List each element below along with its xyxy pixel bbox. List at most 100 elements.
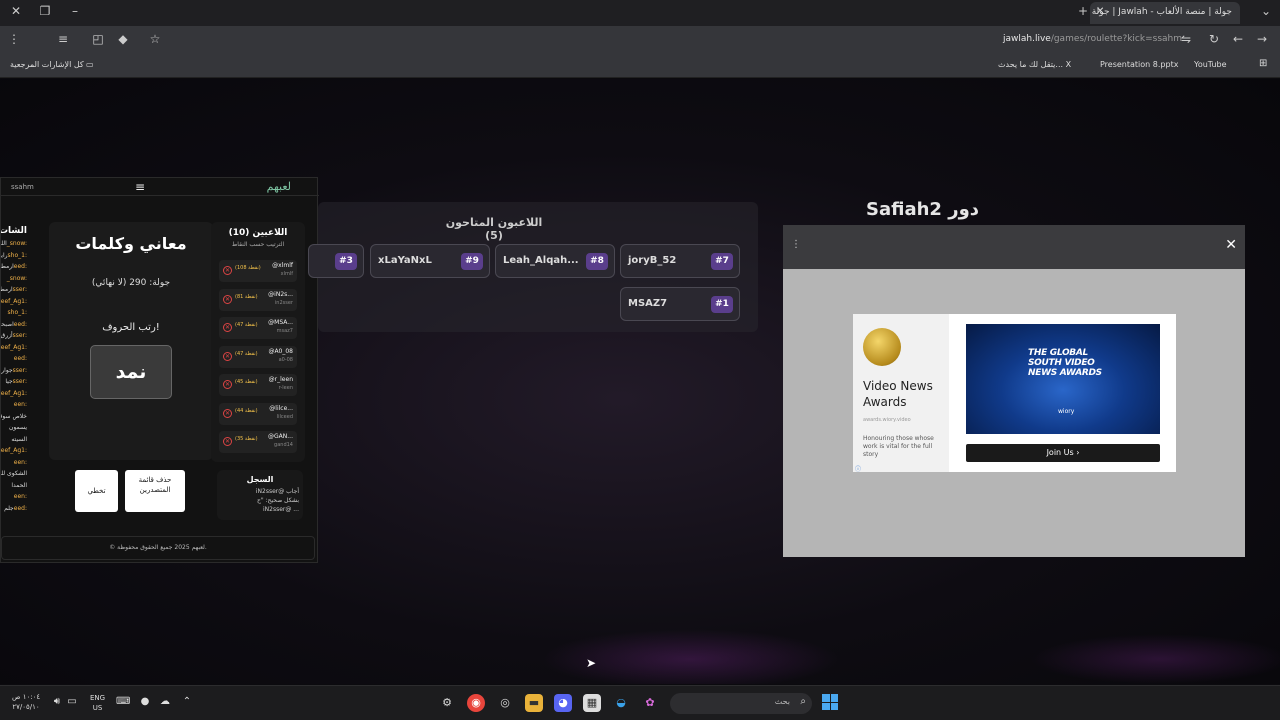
file-explorer-icon[interactable]: ▬ (525, 694, 543, 712)
chat-sender: eed: (13, 320, 27, 328)
address-bar[interactable]: jawlah.live/games/roulette?kick=ssahm (1003, 34, 1182, 44)
apps-grid-icon[interactable]: ⊞ (1259, 58, 1267, 69)
bookmark-youtube[interactable]: YouTube (1194, 60, 1227, 69)
chat-text: السيته (11, 435, 27, 443)
chat-message: رايطاكsho_1: (1, 252, 27, 259)
bookmark-x[interactable]: يتقل لك ما يحدث... X (998, 60, 1071, 69)
tab-search-icon[interactable]: ⌄ (1258, 4, 1274, 18)
player-row[interactable]: ✕ (35 نقطة) @GAN... gand14 (219, 431, 297, 453)
ad-card[interactable]: Video News Awards awards.wiory.video Hon… (853, 314, 1176, 473)
join-us-button[interactable]: Join Us › (966, 444, 1160, 462)
system-clock[interactable]: ١٠:٠٤ ص ٢٧/٠٥/١٠ (12, 692, 40, 712)
edge-icon[interactable]: ◒ (612, 694, 630, 712)
player-row[interactable]: ✕ (44 نقطة) @lilce... lilceed (219, 402, 297, 425)
remove-player-icon[interactable]: ✕ (223, 380, 232, 389)
chat-message: جياsser: (5, 378, 27, 385)
chat-text: جوارب (1, 366, 13, 374)
chat-message: een: (14, 401, 27, 408)
log-entry: iN2sser@ أجاب (255, 488, 299, 495)
player-row[interactable]: ✕ (47 نقطة) @MSA... msaz7 (219, 317, 297, 339)
chat-text: أزرق (1, 332, 13, 339)
background-glow (540, 629, 840, 684)
browser-menu-icon[interactable]: ⋮ (6, 32, 22, 46)
remove-player-icon[interactable]: ✕ (223, 266, 232, 275)
player-row[interactable]: ✕ (45 نقطة) @r_leen r-leen (219, 374, 297, 396)
player-name: @A0_08 (268, 347, 293, 355)
player-pill[interactable]: xLaYaNxL #9 (370, 244, 490, 278)
player-pill[interactable]: #3 (308, 244, 364, 278)
hamburger-menu-icon[interactable]: ≡ (135, 180, 145, 194)
tab-bar: ✕ ❐ – + ✕ جولة | منصة الألعاب - Jawlah |… (0, 0, 1280, 26)
player-pill[interactable]: joryB_52 #7 (620, 244, 740, 278)
player-pill[interactable]: MSAZ7 #1 (620, 287, 740, 321)
discord-icon[interactable]: ◕ (554, 694, 572, 712)
active-tab[interactable]: ✕ جولة | منصة الألعاب - Jawlah | جولة (1090, 2, 1240, 24)
close-window-icon[interactable]: ✕ (8, 4, 24, 18)
recording-icon[interactable]: ◎ (496, 694, 514, 712)
ad-image-brand: wiory (1058, 408, 1075, 415)
ad-info-icon[interactable]: ⓘ (855, 464, 861, 473)
bookmarks-bar: كل الإشارات المرجعية ▭ يتقل لك ما يحدث..… (0, 54, 1280, 78)
bookmark-all[interactable]: كل الإشارات المرجعية (10, 60, 84, 69)
player-pill[interactable]: Leah_Alqah... #8 (495, 244, 615, 278)
minimize-icon[interactable]: – (67, 4, 83, 18)
chat-title: الشات (1, 226, 27, 236)
remove-player-icon[interactable]: ✕ (223, 323, 232, 332)
player-row[interactable]: ✕ (81 نقطة) @iN2s... in2sser (219, 288, 297, 311)
store-icon[interactable]: ▦ (583, 694, 601, 712)
chevron-up-icon[interactable]: ⌃ (180, 696, 194, 707)
remove-player-icon[interactable]: ✕ (223, 294, 232, 304)
forward-icon[interactable]: ← (1230, 32, 1246, 46)
volume-icon[interactable]: 🔊︎ (50, 696, 64, 707)
bookmark-star-icon[interactable]: ☆ (147, 32, 163, 46)
chat-sender: eef_Ag1: (1, 389, 27, 397)
microphone-icon[interactable]: ● (138, 696, 152, 707)
chat-message: اصبحهاeed: (1, 321, 27, 328)
chat-sender: eef_Ag1: (1, 297, 27, 305)
player-row[interactable]: ✕ (47 نقطة) @A0_08 a0-08 (219, 345, 297, 368)
available-players-panel: اللاعبون المتاحون (5) #3 xLaYaNxL #9 Lea… (308, 202, 758, 332)
extensions-icon[interactable]: ◰ (90, 32, 106, 46)
background-glow (1030, 634, 1280, 684)
ad-close-icon[interactable]: ✕ (1225, 237, 1237, 253)
remove-player-icon[interactable]: ✕ (223, 408, 232, 418)
windows-start-icon[interactable] (822, 694, 838, 710)
skip-button[interactable]: تخطي (75, 470, 118, 512)
remove-player-icon[interactable]: ✕ (223, 351, 232, 361)
app-header: ssahm ≡ لعبهم (1, 178, 319, 196)
players-subtitle: الترتيب حسب النقاط (231, 241, 285, 248)
ad-image[interactable]: THE GLOBAL SOUTH VIDEO NEWS AWARDS wiory (966, 324, 1160, 434)
app-logo[interactable]: لعبهم (267, 180, 291, 193)
folder-icon: ▭ (86, 60, 94, 69)
reload-icon[interactable]: ↻ (1206, 32, 1222, 46)
bookmark-presentation[interactable]: Presentation 8.pptx (1100, 60, 1178, 69)
chat-message: _snow: (7, 275, 27, 282)
remove-player-icon[interactable]: ✕ (223, 437, 232, 446)
player-points: (108 نقطة) (235, 265, 261, 271)
player-id: gand14 (274, 442, 293, 448)
delete-leaderboard-button[interactable]: حذف قائمة المتصدرين (125, 470, 185, 512)
site-settings-icon[interactable]: ⇋ (1178, 32, 1194, 46)
settings-icon[interactable]: ⚙ (438, 694, 456, 712)
chrome-icon[interactable]: ◉ (467, 694, 485, 712)
player-row[interactable]: ✕ (108 نقطة) @xlmlf xlmlf (219, 260, 297, 282)
close-tab-icon[interactable]: ✕ (1096, 6, 1104, 17)
keyboard-icon[interactable]: ⌨ (116, 696, 130, 707)
diamond-icon[interactable]: ◆ (115, 32, 131, 46)
ad-header: ⋮ ✕ (783, 225, 1245, 269)
ad-options-icon[interactable]: ⋮ (791, 239, 801, 250)
chat-sender: eed: (13, 263, 27, 270)
maximize-icon[interactable]: ❐ (37, 4, 53, 18)
players-title: اللاعبين (10) (228, 228, 288, 238)
language-indicator[interactable]: ENG US (90, 693, 105, 713)
taskbar-search[interactable]: بحث ⌕ (670, 693, 812, 714)
network-icon[interactable]: ▭ (65, 696, 79, 707)
username[interactable]: ssahm (11, 183, 34, 191)
reading-list-icon[interactable]: ≡ (55, 32, 71, 46)
new-tab-icon[interactable]: + (1075, 4, 1091, 18)
cloud-icon[interactable]: ☁ (158, 696, 172, 707)
back-icon[interactable]: → (1254, 32, 1270, 46)
player-id: in2sser (274, 299, 293, 306)
ad-source: awards.wiory.video (863, 417, 911, 423)
copilot-icon[interactable]: ✿ (641, 694, 659, 712)
